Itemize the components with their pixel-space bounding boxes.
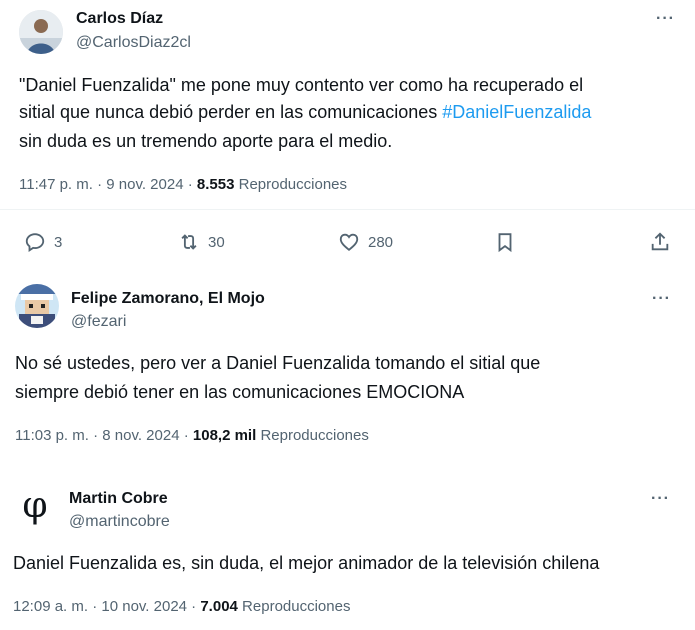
user-handle[interactable]: @fezari <box>71 313 126 331</box>
user-photo-icon <box>19 10 63 54</box>
avatar[interactable] <box>15 284 59 328</box>
view-count: 7.004 <box>200 598 238 615</box>
hashtag-link[interactable]: #DanielFuenzalida <box>442 102 591 122</box>
retweet-icon <box>181 234 197 250</box>
action-bar: 3 30 280 <box>0 228 695 258</box>
views-label: Reproducciones <box>256 427 369 444</box>
tweet-text-line-3: sin duda es un tremendo aporte para el m… <box>19 131 393 151</box>
phi-logo-icon: φ <box>22 485 48 526</box>
display-name[interactable]: Martin Cobre <box>69 490 168 508</box>
tweet-felipe-zamorano[interactable]: Felipe Zamorano, El Mojo @fezari ··· No … <box>0 270 695 460</box>
display-name[interactable]: Carlos Díaz <box>76 10 163 28</box>
timestamp[interactable]: 11:03 p. m. · 8 nov. 2024 · <box>15 427 193 444</box>
retweet-count: 30 <box>208 233 225 251</box>
timestamp[interactable]: 12:09 a. m. · 10 nov. 2024 · <box>13 598 200 615</box>
tweet-carlos-diaz[interactable]: Carlos Díaz @CarlosDiaz2cl ··· "Daniel F… <box>0 0 695 262</box>
tweet-text-line-1: "Daniel Fuenzalida" me pone muy contento… <box>19 75 584 95</box>
view-count: 108,2 mil <box>192 427 257 444</box>
tweet-metadata: 11:47 p. m. · 9 nov. 2024 · 8.553 Reprod… <box>19 176 347 193</box>
like-button[interactable]: 280 <box>338 231 393 253</box>
tweet-text: sitial que nunca debió perder en las com… <box>19 102 443 122</box>
bookmark-icon <box>498 233 512 253</box>
tweet-text-line-2: siempre debió tener en las comunicacione… <box>15 382 465 402</box>
reply-icon <box>25 233 45 252</box>
share-button[interactable] <box>649 231 671 253</box>
user-handle[interactable]: @CarlosDiaz2cl <box>76 34 191 52</box>
reply-count: 3 <box>54 233 63 251</box>
like-count: 280 <box>368 233 394 251</box>
tweet-text-line-2: sitial que nunca debió perder en las com… <box>19 97 591 127</box>
more-options-icon[interactable]: ··· <box>652 290 671 308</box>
tweet-martin-cobre[interactable]: φ Martin Cobre @martincobre ··· Daniel F… <box>0 470 695 630</box>
tweet-text-line-1: Daniel Fuenzalida es, sin duda, el mejor… <box>13 553 600 573</box>
heart-icon <box>339 233 359 251</box>
views-label: Reproducciones <box>234 176 348 193</box>
tweet-metadata: 12:09 a. m. · 10 nov. 2024 · 7.004 Repro… <box>13 598 350 615</box>
retweet-button[interactable]: 30 <box>178 231 225 253</box>
pixel-art-avatar-icon <box>15 284 59 328</box>
share-icon <box>651 232 669 251</box>
avatar[interactable]: φ <box>13 484 57 528</box>
tweet-metadata: 11:03 p. m. · 8 nov. 2024 · 108,2 mil Re… <box>15 427 369 444</box>
view-count: 8.553 <box>196 176 235 193</box>
views-label: Reproducciones <box>237 598 351 615</box>
more-options-icon[interactable]: ··· <box>656 10 675 28</box>
bookmark-button[interactable] <box>494 231 516 253</box>
timestamp[interactable]: 11:47 p. m. · 9 nov. 2024 · <box>19 176 197 193</box>
display-name[interactable]: Felipe Zamorano, El Mojo <box>71 290 265 308</box>
tweet-text-line-1: No sé ustedes, pero ver a Daniel Fuenzal… <box>15 353 541 373</box>
more-options-icon[interactable]: ··· <box>651 490 670 508</box>
reply-button[interactable]: 3 <box>24 231 62 253</box>
user-handle[interactable]: @martincobre <box>69 513 170 531</box>
divider <box>0 209 695 210</box>
avatar[interactable] <box>19 10 63 54</box>
